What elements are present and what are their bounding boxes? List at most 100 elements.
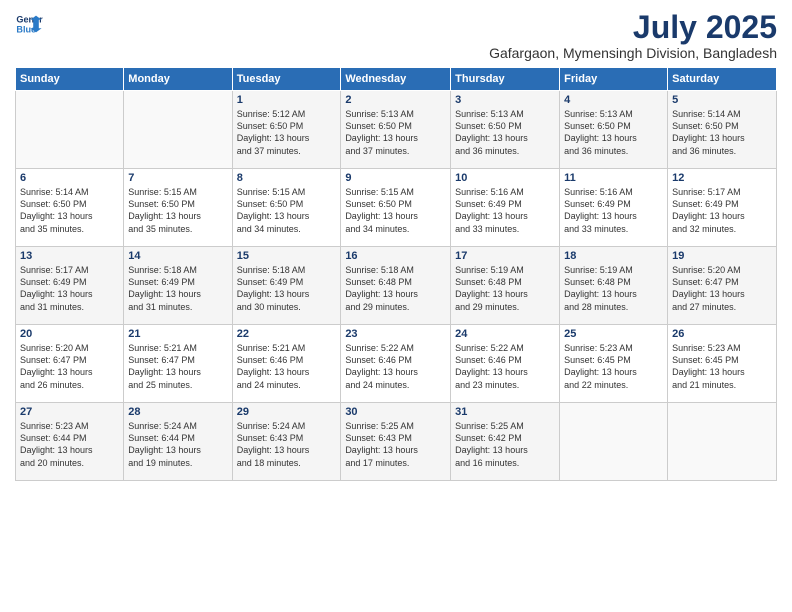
day-detail: Sunrise: 5:14 AM Sunset: 6:50 PM Dayligh… bbox=[20, 186, 119, 235]
day-cell: 5Sunrise: 5:14 AM Sunset: 6:50 PM Daylig… bbox=[668, 91, 777, 169]
day-number: 18 bbox=[564, 250, 663, 262]
day-detail: Sunrise: 5:18 AM Sunset: 6:49 PM Dayligh… bbox=[128, 264, 227, 313]
day-cell: 2 Sunrise: 5:13 AM Sunset: 6:50 PM Daylig… bbox=[341, 91, 451, 169]
week-row-2: 13 Sunrise: 5:17 AM Sunset: 6:49 PM Dayli… bbox=[16, 247, 777, 325]
day-cell: 6 Sunrise: 5:14 AM Sunset: 6:50 PM Daylig… bbox=[16, 169, 124, 247]
day-number: 20 bbox=[20, 328, 119, 340]
title-block: July 2025 Gafargaon, Mymensingh Division… bbox=[489, 10, 777, 61]
day-detail: Sunrise: 5:19 AM Sunset: 6:48 PM Dayligh… bbox=[455, 264, 555, 313]
day-cell: 7 Sunrise: 5:15 AM Sunset: 6:50 PM Daylig… bbox=[124, 169, 232, 247]
day-detail: Sunrise: 5:21 AM Sunset: 6:47 PM Dayligh… bbox=[128, 342, 227, 391]
day-cell: 13 Sunrise: 5:17 AM Sunset: 6:49 PM Dayli… bbox=[16, 247, 124, 325]
week-row-4: 27Sunrise: 5:23 AM Sunset: 6:44 PM Dayli… bbox=[16, 403, 777, 481]
day-detail: Sunrise: 5:16 AM Sunset: 6:49 PM Dayligh… bbox=[455, 186, 555, 235]
day-detail: Sunrise: 5:21 AM Sunset: 6:46 PM Dayligh… bbox=[237, 342, 337, 391]
day-detail: Sunrise: 5:12 AM Sunset: 6:50 PM Dayligh… bbox=[237, 108, 337, 157]
day-number: 15 bbox=[237, 250, 337, 262]
day-detail: Sunrise: 5:24 AM Sunset: 6:43 PM Dayligh… bbox=[237, 420, 337, 469]
week-row-1: 6 Sunrise: 5:14 AM Sunset: 6:50 PM Daylig… bbox=[16, 169, 777, 247]
day-number: 29 bbox=[237, 406, 337, 418]
day-detail: Sunrise: 5:13 AM Sunset: 6:50 PM Dayligh… bbox=[345, 108, 446, 157]
day-number: 25 bbox=[564, 328, 663, 340]
day-cell: 11Sunrise: 5:16 AM Sunset: 6:49 PM Dayli… bbox=[560, 169, 668, 247]
day-detail: Sunrise: 5:24 AM Sunset: 6:44 PM Dayligh… bbox=[128, 420, 227, 469]
day-cell: 1 Sunrise: 5:12 AM Sunset: 6:50 PM Daylig… bbox=[232, 91, 341, 169]
subtitle: Gafargaon, Mymensingh Division, Banglade… bbox=[489, 45, 777, 61]
day-detail: Sunrise: 5:23 AM Sunset: 6:45 PM Dayligh… bbox=[672, 342, 772, 391]
day-number: 12 bbox=[672, 172, 772, 184]
day-detail: Sunrise: 5:25 AM Sunset: 6:43 PM Dayligh… bbox=[345, 420, 446, 469]
day-detail: Sunrise: 5:15 AM Sunset: 6:50 PM Dayligh… bbox=[128, 186, 227, 235]
day-detail: Sunrise: 5:16 AM Sunset: 6:49 PM Dayligh… bbox=[564, 186, 663, 235]
day-number: 24 bbox=[455, 328, 555, 340]
header: General Blue July 2025 Gafargaon, Mymens… bbox=[15, 10, 777, 61]
day-detail: Sunrise: 5:22 AM Sunset: 6:46 PM Dayligh… bbox=[345, 342, 446, 391]
day-number: 8 bbox=[237, 172, 337, 184]
day-cell: 17 Sunrise: 5:19 AM Sunset: 6:48 PM Dayli… bbox=[451, 247, 560, 325]
day-number: 31 bbox=[455, 406, 555, 418]
day-cell: 14 Sunrise: 5:18 AM Sunset: 6:49 PM Dayli… bbox=[124, 247, 232, 325]
day-number: 10 bbox=[455, 172, 555, 184]
day-cell: 19Sunrise: 5:20 AM Sunset: 6:47 PM Dayli… bbox=[668, 247, 777, 325]
day-cell: 28 Sunrise: 5:24 AM Sunset: 6:44 PM Dayli… bbox=[124, 403, 232, 481]
day-cell: 26Sunrise: 5:23 AM Sunset: 6:45 PM Dayli… bbox=[668, 325, 777, 403]
day-number: 7 bbox=[128, 172, 227, 184]
day-cell: 8 Sunrise: 5:15 AM Sunset: 6:50 PM Daylig… bbox=[232, 169, 341, 247]
day-cell: 24 Sunrise: 5:22 AM Sunset: 6:46 PM Dayli… bbox=[451, 325, 560, 403]
day-detail: Sunrise: 5:22 AM Sunset: 6:46 PM Dayligh… bbox=[455, 342, 555, 391]
day-detail: Sunrise: 5:15 AM Sunset: 6:50 PM Dayligh… bbox=[345, 186, 446, 235]
day-detail: Sunrise: 5:17 AM Sunset: 6:49 PM Dayligh… bbox=[20, 264, 119, 313]
weekday-saturday: Saturday bbox=[668, 68, 777, 91]
calendar-table: SundayMondayTuesdayWednesdayThursdayFrid… bbox=[15, 67, 777, 481]
day-detail: Sunrise: 5:18 AM Sunset: 6:49 PM Dayligh… bbox=[237, 264, 337, 313]
day-detail: Sunrise: 5:25 AM Sunset: 6:42 PM Dayligh… bbox=[455, 420, 555, 469]
day-detail: Sunrise: 5:19 AM Sunset: 6:48 PM Dayligh… bbox=[564, 264, 663, 313]
day-cell: 10 Sunrise: 5:16 AM Sunset: 6:49 PM Dayli… bbox=[451, 169, 560, 247]
day-number: 3 bbox=[455, 94, 555, 106]
day-detail: Sunrise: 5:23 AM Sunset: 6:45 PM Dayligh… bbox=[564, 342, 663, 391]
logo: General Blue bbox=[15, 10, 43, 38]
day-cell: 3Sunrise: 5:13 AM Sunset: 6:50 PM Daylig… bbox=[451, 91, 560, 169]
day-cell: 15 Sunrise: 5:18 AM Sunset: 6:49 PM Dayli… bbox=[232, 247, 341, 325]
day-detail: Sunrise: 5:17 AM Sunset: 6:49 PM Dayligh… bbox=[672, 186, 772, 235]
day-cell: 20 Sunrise: 5:20 AM Sunset: 6:47 PM Dayli… bbox=[16, 325, 124, 403]
day-cell bbox=[16, 91, 124, 169]
day-number: 21 bbox=[128, 328, 227, 340]
week-row-3: 20 Sunrise: 5:20 AM Sunset: 6:47 PM Dayli… bbox=[16, 325, 777, 403]
weekday-monday: Monday bbox=[124, 68, 232, 91]
day-number: 2 bbox=[345, 94, 446, 106]
day-cell: 18 Sunrise: 5:19 AM Sunset: 6:48 PM Dayli… bbox=[560, 247, 668, 325]
week-row-0: 1 Sunrise: 5:12 AM Sunset: 6:50 PM Daylig… bbox=[16, 91, 777, 169]
day-number: 5 bbox=[672, 94, 772, 106]
day-detail: Sunrise: 5:15 AM Sunset: 6:50 PM Dayligh… bbox=[237, 186, 337, 235]
day-number: 19 bbox=[672, 250, 772, 262]
day-cell: 22 Sunrise: 5:21 AM Sunset: 6:46 PM Dayli… bbox=[232, 325, 341, 403]
weekday-thursday: Thursday bbox=[451, 68, 560, 91]
day-number: 27 bbox=[20, 406, 119, 418]
day-number: 4 bbox=[564, 94, 663, 106]
weekday-wednesday: Wednesday bbox=[341, 68, 451, 91]
calendar-body: 1 Sunrise: 5:12 AM Sunset: 6:50 PM Daylig… bbox=[16, 91, 777, 481]
day-number: 13 bbox=[20, 250, 119, 262]
day-cell: 12 Sunrise: 5:17 AM Sunset: 6:49 PM Dayli… bbox=[668, 169, 777, 247]
day-cell: 31 Sunrise: 5:25 AM Sunset: 6:42 PM Dayli… bbox=[451, 403, 560, 481]
day-cell: 23 Sunrise: 5:22 AM Sunset: 6:46 PM Dayli… bbox=[341, 325, 451, 403]
day-number: 28 bbox=[128, 406, 227, 418]
day-number: 14 bbox=[128, 250, 227, 262]
page: General Blue July 2025 Gafargaon, Mymens… bbox=[0, 0, 792, 612]
day-cell: 21 Sunrise: 5:21 AM Sunset: 6:47 PM Dayli… bbox=[124, 325, 232, 403]
day-cell: 30Sunrise: 5:25 AM Sunset: 6:43 PM Dayli… bbox=[341, 403, 451, 481]
day-detail: Sunrise: 5:20 AM Sunset: 6:47 PM Dayligh… bbox=[20, 342, 119, 391]
day-number: 23 bbox=[345, 328, 446, 340]
day-cell: 25 Sunrise: 5:23 AM Sunset: 6:45 PM Dayli… bbox=[560, 325, 668, 403]
day-cell: 27Sunrise: 5:23 AM Sunset: 6:44 PM Dayli… bbox=[16, 403, 124, 481]
day-number: 6 bbox=[20, 172, 119, 184]
day-detail: Sunrise: 5:18 AM Sunset: 6:48 PM Dayligh… bbox=[345, 264, 446, 313]
calendar-header: SundayMondayTuesdayWednesdayThursdayFrid… bbox=[16, 68, 777, 91]
day-detail: Sunrise: 5:13 AM Sunset: 6:50 PM Dayligh… bbox=[564, 108, 663, 157]
day-number: 17 bbox=[455, 250, 555, 262]
day-number: 22 bbox=[237, 328, 337, 340]
day-number: 1 bbox=[237, 94, 337, 106]
logo-icon: General Blue bbox=[15, 10, 43, 38]
weekday-row: SundayMondayTuesdayWednesdayThursdayFrid… bbox=[16, 68, 777, 91]
